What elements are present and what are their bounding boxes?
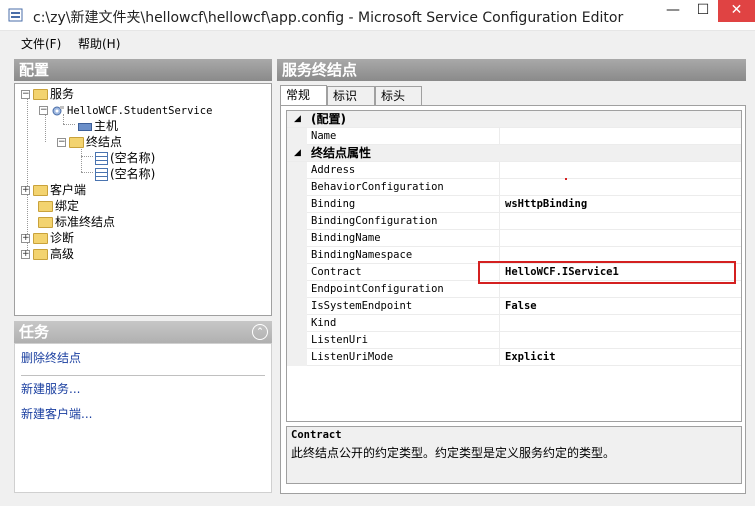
tree-node-advanced[interactable]: + 高级 — [21, 246, 74, 262]
tree-node-endpoints[interactable]: − 终结点 — [57, 134, 122, 150]
endpoint-icon — [95, 152, 108, 165]
tasks-panel: 删除终结点 新建服务... 新建客户端... — [14, 343, 272, 493]
tree-node-standard-endpoints[interactable]: 标准终结点 — [35, 214, 115, 230]
prop-row-is-system-endpoint[interactable]: IsSystemEndpoint False — [287, 298, 741, 315]
description-title: Contract — [291, 429, 342, 441]
collapse-arrow-icon[interactable]: ◢ — [294, 145, 301, 161]
folder-icon — [33, 249, 48, 260]
tree-node-services[interactable]: − 服务 — [21, 86, 74, 102]
tree-guide — [81, 156, 93, 157]
collapse-icon[interactable]: − — [21, 90, 30, 99]
menu-bar: 文件(F) 帮助(H) — [0, 31, 755, 55]
prop-row-name[interactable]: Name — [287, 128, 741, 145]
tree-guide — [81, 172, 93, 173]
tree-node-client[interactable]: + 客户端 — [21, 182, 86, 198]
tab-headers[interactable]: 标头 — [375, 86, 422, 106]
tree-node-endpoint-1[interactable]: (空名称) — [95, 150, 155, 166]
tree-node-service[interactable]: − HelloWCF.StudentService — [39, 102, 212, 118]
delete-endpoint-link[interactable]: 删除终结点 — [21, 349, 81, 366]
minimize-button[interactable]: — — [658, 0, 688, 22]
expand-icon[interactable]: + — [21, 186, 30, 195]
host-icon — [78, 122, 92, 131]
description-pane: Contract 此终结点公开的约定类型。约定类型是定义服务约定的类型。 — [286, 426, 742, 484]
prop-row-behavior-configuration[interactable]: BehaviorConfiguration — [287, 179, 741, 196]
category-endpoint-props[interactable]: ◢ 终结点属性 — [287, 145, 741, 162]
collapse-tasks-icon[interactable]: ⌃ — [252, 324, 268, 340]
contract-highlight-box — [478, 261, 736, 284]
prop-row-binding[interactable]: Binding wsHttpBinding — [287, 196, 741, 213]
prop-row-binding-configuration[interactable]: BindingConfiguration — [287, 213, 741, 230]
prop-row-listen-uri-mode[interactable]: ListenUriMode Explicit — [287, 349, 741, 366]
folder-icon — [33, 185, 48, 196]
prop-row-kind[interactable]: Kind — [287, 315, 741, 332]
tab-identity[interactable]: 标识 — [327, 86, 375, 106]
close-button[interactable]: ✕ — [718, 0, 755, 22]
new-service-link[interactable]: 新建服务... — [21, 380, 80, 397]
tasks-panel-header: 任务 ⌃ — [14, 321, 272, 343]
tab-general[interactable]: 常规 — [280, 85, 327, 106]
app-icon — [8, 8, 23, 22]
config-tree[interactable]: − 服务 − HelloWCF.StudentService 主机 − 终结点 (空名… — [14, 83, 272, 316]
tree-node-host[interactable]: 主机 — [75, 118, 118, 134]
title-bar: c:\zy\新建文件夹\hellowcf\hellowcf\app.config… — [0, 0, 755, 31]
folder-icon — [33, 89, 48, 100]
collapse-arrow-icon[interactable]: ◢ — [294, 111, 301, 127]
folder-icon — [38, 201, 53, 212]
description-text: 此终结点公开的约定类型。约定类型是定义服务约定的类型。 — [291, 446, 616, 460]
window-title: c:\zy\新建文件夹\hellowcf\hellowcf\app.config… — [33, 10, 624, 26]
tree-node-diagnostics[interactable]: + 诊断 — [21, 230, 74, 246]
collapse-icon[interactable]: − — [39, 106, 48, 115]
maximize-button[interactable]: ☐ — [688, 0, 718, 22]
prop-row-listen-uri[interactable]: ListenUri — [287, 332, 741, 349]
menu-file[interactable]: 文件(F) — [21, 35, 61, 52]
menu-help[interactable]: 帮助(H) — [78, 35, 120, 52]
prop-row-binding-name[interactable]: BindingName — [287, 230, 741, 247]
service-gear-icon — [52, 105, 64, 115]
expand-icon[interactable]: + — [21, 234, 30, 243]
tree-node-endpoint-2[interactable]: (空名称) — [95, 166, 155, 182]
annotation-dot — [565, 178, 567, 180]
prop-row-address[interactable]: Address — [287, 162, 741, 179]
folder-icon — [33, 233, 48, 244]
expand-icon[interactable]: + — [21, 250, 30, 259]
tree-guide — [45, 114, 46, 142]
collapse-icon[interactable]: − — [57, 138, 66, 147]
folder-icon — [69, 137, 84, 148]
new-client-link[interactable]: 新建客户端... — [21, 405, 92, 422]
tree-node-bindings[interactable]: 绑定 — [35, 198, 79, 214]
tree-guide — [63, 124, 75, 125]
folder-icon — [38, 217, 53, 228]
tasks-title: 任务 — [19, 323, 50, 341]
config-panel-header: 配置 — [14, 59, 272, 81]
divider — [21, 375, 265, 376]
endpoint-panel-header: 服务终结点 — [277, 59, 746, 81]
endpoint-icon — [95, 168, 108, 181]
category-config[interactable]: ◢ (配置) — [287, 111, 741, 128]
